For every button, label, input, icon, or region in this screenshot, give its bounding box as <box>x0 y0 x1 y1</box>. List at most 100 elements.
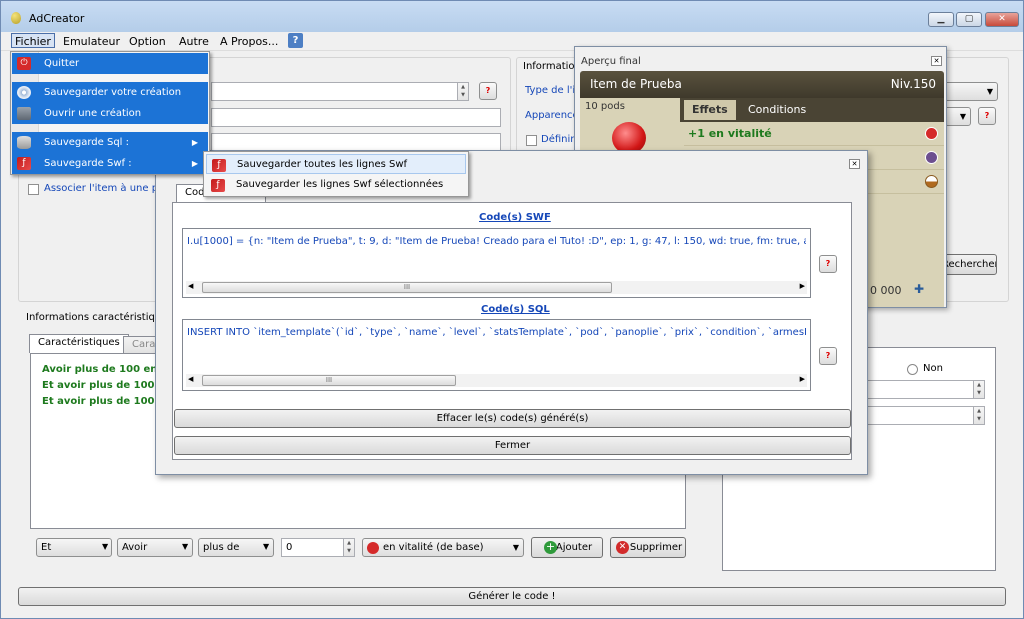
definir-label: Définir <box>541 134 575 145</box>
preview-close-button[interactable]: ✕ <box>931 56 942 66</box>
flash-icon: ƒ <box>17 157 31 170</box>
menu-item-save[interactable]: Sauvegarder votre création <box>12 82 208 103</box>
sql-code-text: INSERT INTO `item_template`(`id`, `type`… <box>187 327 806 338</box>
scroll-right-icon[interactable]: ▶ <box>800 282 805 290</box>
right-spinner-2[interactable]: ▲ ▼ <box>973 406 985 425</box>
preview-item-name: Item de Prueba <box>590 77 682 91</box>
menu-emulateur[interactable]: Emulateur <box>60 34 123 49</box>
kamas-value: 0 000 <box>870 284 902 297</box>
menu-item-quitter[interactable]: ⏻ Quitter <box>12 53 208 74</box>
menu-item-label: Sauvegarde Swf : <box>44 158 132 169</box>
sql-title: Code(s) SQL <box>481 304 550 315</box>
menu-item-save-selected-swf[interactable]: ƒ Sauvegarder les lignes Swf sélectionné… <box>206 175 466 195</box>
folder-icon <box>17 107 31 120</box>
scroll-right-icon[interactable]: ▶ <box>800 375 805 383</box>
swf-help-button[interactable]: ? <box>819 255 837 273</box>
kamas-icon: ✚ <box>914 282 925 296</box>
right-input-1[interactable] <box>865 380 985 399</box>
tab-caracteristiques[interactable]: Caractéristiques <box>29 334 129 353</box>
swf-hscroll[interactable]: ◀ III ▶ <box>186 281 807 294</box>
swf-title: Code(s) SWF <box>479 212 551 223</box>
menu-item-label: Sauvegarder les lignes Swf sélectionnées <box>236 179 444 190</box>
swf-scroll-thumb[interactable]: III <box>202 282 612 293</box>
preview-pods: 10 pods <box>585 101 625 112</box>
scroll-left-icon[interactable]: ◀ <box>188 375 193 383</box>
menu-fichier[interactable]: Fichier <box>11 33 55 48</box>
add-button[interactable]: + Ajouter <box>531 537 603 558</box>
delete-icon: ✕ <box>616 541 629 554</box>
delete-button[interactable]: ✕ Supprimer <box>610 537 686 558</box>
chevron-down-icon: ▼ <box>182 542 189 551</box>
title-bar: AdCreator ▁ ▢ ✕ <box>1 1 1023 32</box>
type-combo[interactable]: ▼ <box>941 82 998 101</box>
preview-tab-conditions[interactable]: Conditions <box>740 100 814 120</box>
panoplie-checkbox[interactable] <box>28 184 39 195</box>
stat-combo[interactable]: en vitalité (de base) ▼ <box>362 538 524 557</box>
value-spinner[interactable]: ▲ ▼ <box>343 538 355 557</box>
menu-item-label: Quitter <box>44 58 80 69</box>
menu-item-swf[interactable]: ƒ Sauvegarde Swf : ▶ <box>12 153 208 174</box>
file-menu: ⏻ Quitter Sauvegarder votre création Ouv… <box>10 51 210 175</box>
sql-code-box[interactable]: INSERT INTO `item_template`(`id`, `type`… <box>182 319 811 391</box>
menu-autre[interactable]: Autre <box>176 34 212 49</box>
chevron-down-icon: ▼ <box>102 542 109 551</box>
wisdom-icon <box>925 151 938 164</box>
stat-combo-label: en vitalité (de base) <box>383 542 484 553</box>
menu-item-label: Sauvegarder votre création <box>44 87 182 98</box>
sql-scroll-thumb[interactable]: III <box>202 375 456 386</box>
app-icon <box>11 12 21 24</box>
scroll-left-icon[interactable]: ◀ <box>188 282 193 290</box>
help-button-1[interactable]: ? <box>479 82 497 100</box>
menu-item-open[interactable]: Ouvrir une création <box>12 103 208 124</box>
submenu-arrow-icon: ▶ <box>191 138 198 147</box>
add-label: Ajouter <box>555 542 593 553</box>
right-spinner-1[interactable]: ▲ ▼ <box>973 380 985 399</box>
item-id-spinner[interactable]: ▲ ▼ <box>457 82 469 101</box>
generate-code-button[interactable]: Générer le code ! <box>18 587 1006 606</box>
right-input-2[interactable] <box>865 406 985 425</box>
delete-label: Supprimer <box>629 542 683 553</box>
clear-codes-button[interactable]: Effacer le(s) code(s) généré(s) <box>174 409 851 428</box>
effect-text: +1 en vitalité <box>688 127 772 140</box>
swf-code-box[interactable]: I.u[1000] = {n: "Item de Prueba", t: 9, … <box>182 228 811 298</box>
logic-combo[interactable]: Et <box>36 538 112 557</box>
window-title: AdCreator <box>29 12 85 25</box>
maximize-button[interactable]: ▢ <box>956 12 982 27</box>
close-code-button[interactable]: Fermer <box>174 436 851 455</box>
menu-option[interactable]: Option <box>126 34 169 49</box>
definir-checkbox[interactable] <box>526 135 537 146</box>
menu-apropos[interactable]: A Propos... <box>217 34 281 49</box>
plus-icon: + <box>544 540 557 554</box>
code-window: ✕ Code(s) Code(s) SWF I.u[1000] = {n: "I… <box>155 150 868 475</box>
preview-tab-effets[interactable]: Effets <box>684 100 736 120</box>
help-button-2[interactable]: ? <box>978 107 996 125</box>
menu-item-label: Ouvrir une création <box>44 108 142 119</box>
flash-icon: ƒ <box>212 159 226 172</box>
app-window: AdCreator ▁ ▢ ✕ Fichier Emulateur Option… <box>0 0 1024 619</box>
rechercher-button[interactable]: Rechercher <box>941 254 997 275</box>
agility-icon <box>925 175 938 188</box>
database-icon <box>17 136 31 149</box>
help-icon[interactable]: ? <box>288 33 303 48</box>
item-id-input[interactable] <box>211 82 469 101</box>
item-name-input[interactable] <box>211 108 501 127</box>
heart-icon <box>367 542 379 554</box>
non-radio[interactable] <box>907 364 918 375</box>
apparence-label: Apparence <box>525 110 575 121</box>
sql-hscroll[interactable]: ◀ III ▶ <box>186 374 807 387</box>
menu-item-sql[interactable]: Sauvegarde Sql : ▶ <box>12 132 208 153</box>
swf-submenu: ƒ Sauvegarder toutes les lignes Swf ƒ Sa… <box>203 151 469 197</box>
sql-help-button[interactable]: ? <box>819 347 837 365</box>
minimize-button[interactable]: ▁ <box>928 12 954 27</box>
power-icon: ⏻ <box>17 57 31 70</box>
close-button[interactable]: ✕ <box>985 12 1019 27</box>
code-window-close-button[interactable]: ✕ <box>849 159 860 169</box>
submenu-arrow-icon: ▶ <box>191 159 198 168</box>
chevron-down-icon: ▼ <box>263 542 270 551</box>
menu-item-label: Sauvegarder toutes les lignes Swf <box>237 159 408 170</box>
flash-icon: ƒ <box>211 179 225 192</box>
menu-item-label: Sauvegarde Sql : <box>44 137 129 148</box>
non-label: Non <box>923 363 943 374</box>
menu-item-save-all-swf[interactable]: ƒ Sauvegarder toutes les lignes Swf <box>206 154 466 174</box>
disk-icon <box>17 86 31 99</box>
